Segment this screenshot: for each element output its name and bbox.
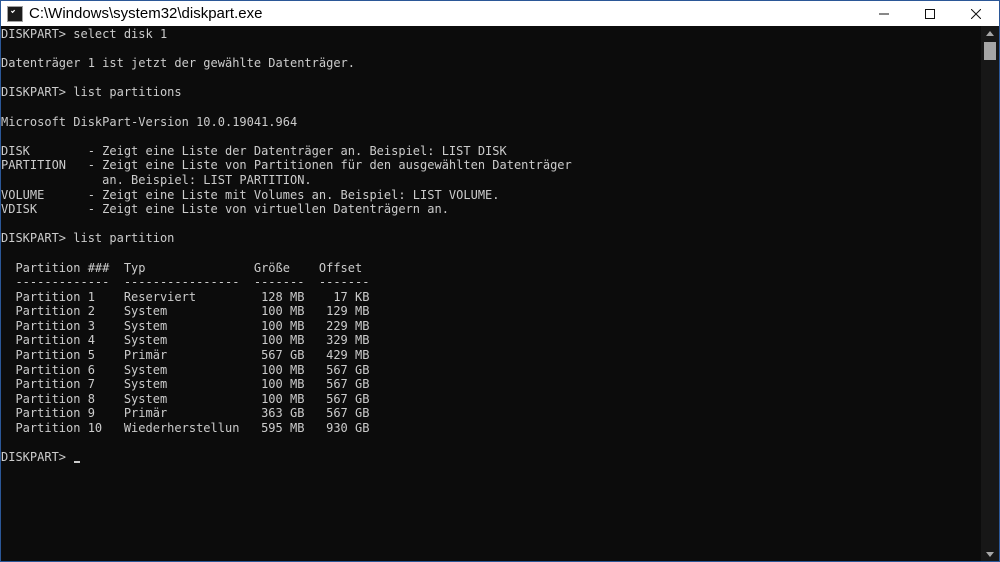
console-line: DISK - Zeigt eine Liste der Datenträger … (1, 143, 507, 158)
console-lines: DISKPART> select disk 1 Datenträger 1 ist… (1, 27, 572, 465)
title-bar[interactable]: C:\Windows\system32\diskpart.exe (1, 1, 999, 26)
console-line: Partition 10 Wiederherstellun 595 MB 930… (1, 421, 370, 436)
console-line: an. Beispiel: LIST PARTITION. (1, 172, 312, 187)
console-line: Partition 3 System 100 MB 229 MB (1, 318, 370, 333)
terminal-icon (7, 5, 23, 22)
command-prompt-line: DISKPART> (1, 450, 572, 465)
console-line: VOLUME - Zeigt eine Liste mit Volumes an… (1, 187, 500, 202)
scrollbar-thumb[interactable] (984, 42, 996, 60)
vertical-scrollbar[interactable] (981, 26, 999, 561)
window-controls (861, 1, 999, 26)
minimize-icon (879, 13, 889, 14)
console-line: VDISK - Zeigt eine Liste von virtuellen … (1, 202, 449, 217)
console-line: PARTITION - Zeigt eine Liste von Partiti… (1, 158, 572, 173)
console-line: ------------- ---------------- ------- -… (1, 275, 370, 290)
console-line: Partition 5 Primär 567 GB 429 MB (1, 348, 370, 363)
console-line: Partition 7 System 100 MB 567 GB (1, 377, 370, 392)
window-title: C:\Windows\system32\diskpart.exe (29, 5, 263, 22)
scroll-down-button[interactable] (981, 547, 999, 561)
chevron-up-icon (986, 30, 994, 36)
console-line: Partition 9 Primär 363 GB 567 GB (1, 406, 370, 421)
text-cursor (74, 460, 81, 463)
console-line: Partition 2 System 100 MB 129 MB (1, 304, 370, 319)
scroll-up-button[interactable] (981, 26, 999, 40)
console-window: C:\Windows\system32\diskpart.exe DISKPAR… (0, 0, 1000, 562)
console-output[interactable]: DISKPART> select disk 1 Datenträger 1 ist… (1, 26, 981, 561)
console-line: Microsoft DiskPart-Version 10.0.19041.96… (1, 114, 298, 129)
maximize-icon (925, 8, 935, 19)
chevron-down-icon (986, 551, 994, 557)
maximize-button[interactable] (907, 1, 953, 26)
console-line: Partition 1 Reserviert 128 MB 17 KB (1, 289, 370, 304)
console-line: DISKPART> list partition (1, 231, 175, 246)
console-line: Partition 6 System 100 MB 567 GB (1, 362, 370, 377)
console-line: Partition ### Typ Größe Offset (1, 260, 363, 275)
console-line: Partition 4 System 100 MB 329 MB (1, 333, 370, 348)
close-icon (971, 8, 981, 19)
close-button[interactable] (953, 1, 999, 26)
console-line: Partition 8 System 100 MB 567 GB (1, 391, 370, 406)
minimize-button[interactable] (861, 1, 907, 26)
console-line: Datenträger 1 ist jetzt der gewählte Dat… (1, 56, 356, 71)
console-line: DISKPART> list partitions (1, 85, 182, 100)
console-line: DISKPART> select disk 1 (1, 27, 168, 41)
